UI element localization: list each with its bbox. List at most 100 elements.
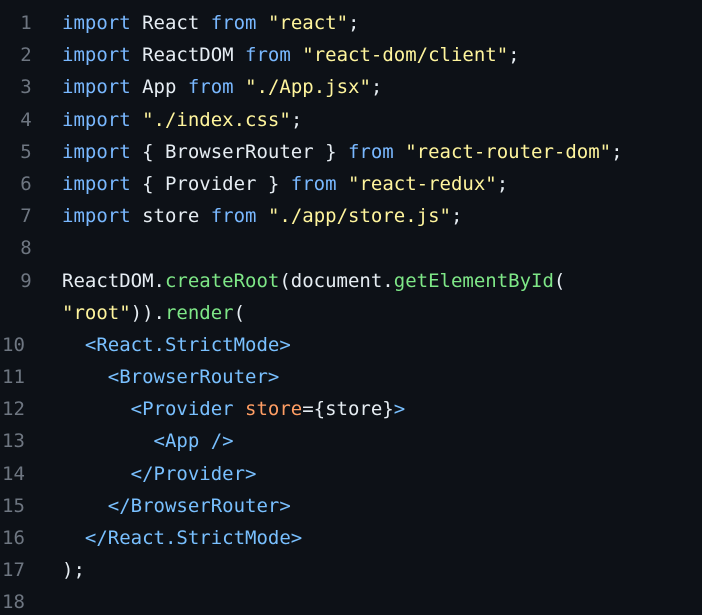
code-token: ; (370, 76, 383, 99)
code-text: <App /> (62, 425, 234, 457)
code-token: import (62, 205, 131, 228)
code-token: "react-router-dom" (405, 140, 612, 163)
line-number: 5 (20, 140, 32, 163)
code-line[interactable]: 9 ReactDOM.createRoot(document.getElement… (0, 265, 702, 297)
code-line[interactable]: 5 import { BrowserRouter } from "react-ro… (0, 136, 702, 168)
code-line[interactable]: 18 (0, 586, 702, 615)
code-token: render (164, 301, 234, 324)
code-line[interactable]: 12 <Provider store={store}> (0, 393, 702, 425)
code-token: </BrowserRouter> (107, 494, 291, 517)
code-line[interactable]: 13 <App /> (0, 425, 702, 457)
code-token: ; (611, 140, 623, 163)
code-text: import { BrowserRouter } from "react-rou… (62, 136, 623, 168)
code-line[interactable]: 1 import React from "react"; (0, 7, 702, 39)
code-token: "react" (267, 12, 349, 34)
code-token: { BrowserRouter } (130, 140, 348, 163)
code-token: import (62, 108, 131, 131)
code-line[interactable]: 4 import "./index.css"; (0, 104, 702, 136)
code-token: store (245, 398, 303, 421)
code-text: ); (62, 554, 85, 586)
code-token: "./App.jsx" (245, 76, 371, 99)
code-editor[interactable]: 1 import React from "react"; 2 import React… (0, 0, 702, 615)
code-line[interactable]: 6 import { Provider } from "react-redux"; (0, 168, 702, 200)
code-token: from (245, 44, 291, 67)
line-number: 14 (2, 462, 25, 485)
code-line[interactable]: 14 </Provider> (0, 458, 702, 490)
code-token: import (62, 76, 131, 99)
code-token: App (130, 76, 188, 99)
code-line[interactable]: 10 <React.StrictMode> (0, 329, 702, 361)
code-token: from (210, 12, 257, 34)
code-token: <BrowserRouter> (107, 366, 280, 389)
code-token: <Provider (130, 398, 246, 421)
line-number: 12 (2, 398, 25, 421)
code-token: ; (290, 108, 303, 131)
line-number: 13 (2, 430, 25, 453)
line-number: 4 (20, 108, 32, 131)
code-token: "react-redux" (348, 172, 497, 195)
code-text: ReactDOM.createRoot(document.getElementB… (62, 265, 565, 297)
code-line[interactable]: 15 </BrowserRouter> (0, 490, 702, 522)
code-token: > (393, 398, 406, 421)
code-text: "root")).render( (62, 297, 245, 329)
code-token: "./index.css" (142, 108, 291, 131)
code-token: ( (233, 301, 246, 324)
code-token: "./app/store.js" (267, 205, 451, 228)
code-token: </Provider> (130, 462, 257, 485)
line-number: 9 (20, 269, 32, 292)
code-token: { Provider } (130, 172, 291, 195)
code-text: import "./index.css"; (62, 104, 302, 136)
code-token: <React.StrictMode> (84, 333, 291, 356)
line-number: 2 (20, 44, 32, 67)
line-number: 16 (2, 527, 25, 549)
code-text: </BrowserRouter> (62, 490, 291, 522)
code-line[interactable]: 2 import ReactDOM from "react-dom/client"… (0, 39, 702, 71)
code-text: <Provider store={store}> (62, 393, 406, 425)
line-number: 18 (2, 591, 25, 614)
line-number: 17 (2, 559, 25, 582)
code-text: import React from "react"; (62, 7, 359, 39)
code-line[interactable]: 16 </React.StrictMode> (0, 522, 702, 554)
code-token: import (62, 44, 131, 67)
code-text: import store from "./app/store.js"; (62, 200, 462, 232)
code-line[interactable]: 3 import App from "./App.jsx"; (0, 71, 702, 103)
code-line[interactable]: 17); (0, 554, 702, 586)
code-line[interactable]: "root")).render( (0, 297, 702, 329)
code-token: ( (553, 269, 566, 292)
code-token: from (347, 140, 394, 163)
code-line[interactable]: 7 import store from "./app/store.js"; (0, 200, 702, 232)
code-token: "react-dom/client" (302, 44, 509, 67)
line-number: 7 (20, 205, 32, 228)
code-text: </React.StrictMode> (62, 522, 302, 554)
code-token: import (62, 172, 131, 195)
code-line[interactable]: 8 (0, 232, 702, 264)
code-token: </React.StrictMode> (84, 527, 303, 549)
code-token: React (130, 12, 211, 34)
line-number: 11 (2, 366, 25, 389)
code-token: ReactDOM (62, 269, 154, 292)
code-text: import ReactDOM from "react-dom/client"; (62, 39, 520, 71)
code-token: ); (62, 559, 85, 582)
code-token: )). (130, 301, 165, 324)
code-token: import (62, 12, 131, 34)
code-text: </Provider> (62, 458, 257, 490)
code-token: from (210, 205, 257, 228)
code-token: from (187, 76, 234, 99)
line-number: 6 (20, 172, 32, 195)
code-line[interactable]: 11 <BrowserRouter> (0, 361, 702, 393)
code-text: <React.StrictMode> (62, 329, 291, 361)
line-number: 3 (20, 76, 32, 99)
code-token: import (62, 140, 131, 163)
